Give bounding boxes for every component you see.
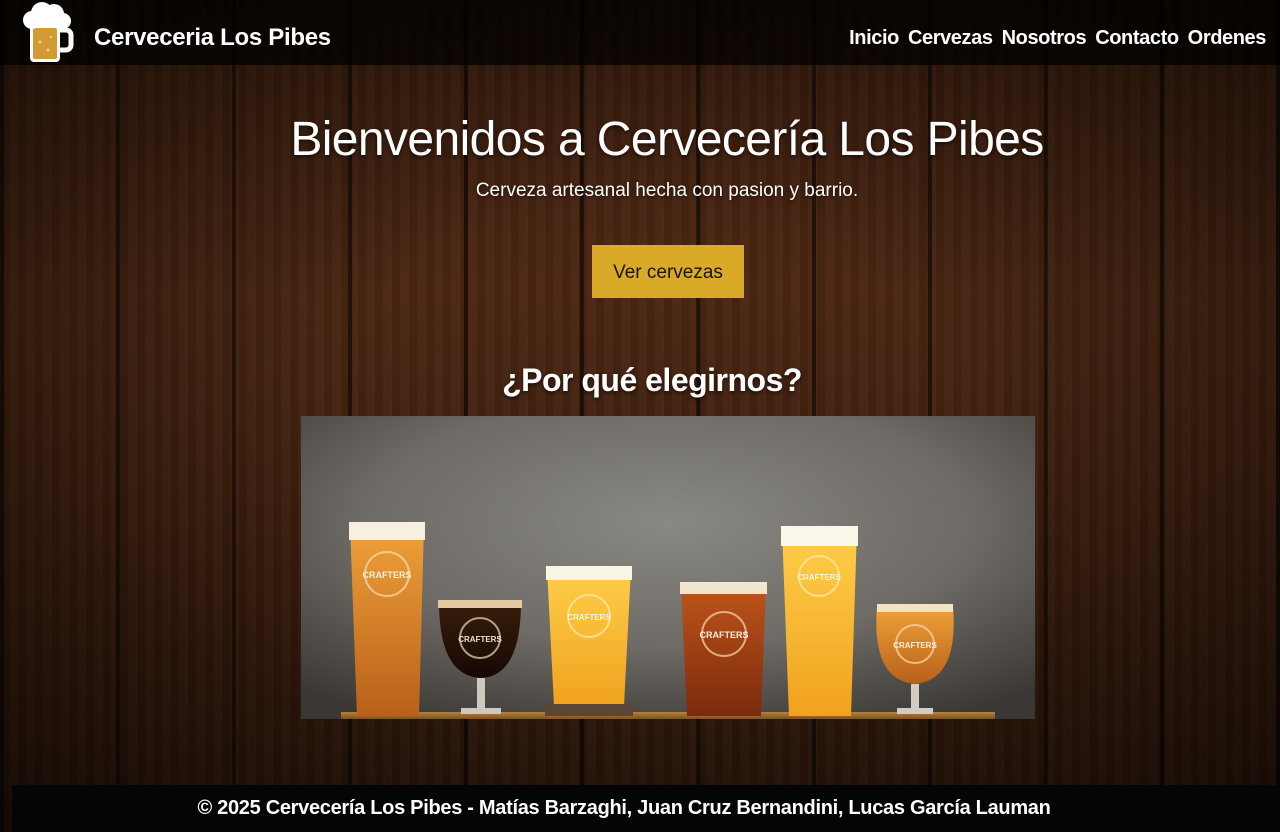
nav-link-cervezas[interactable]: Cervezas [908, 27, 993, 50]
beer-mug-icon[interactable] [18, 2, 74, 64]
svg-text:CRAFTERS: CRAFTERS [458, 635, 502, 644]
site-header: Cerveceria Los Pibes Inicio Cervezas Nos… [0, 0, 1280, 65]
svg-text:CRAFTERS: CRAFTERS [700, 630, 749, 640]
brand-name[interactable]: Cerveceria Los Pibes [94, 24, 331, 52]
svg-text:CRAFTERS: CRAFTERS [567, 613, 611, 622]
hero-title: Bienvenidos a Cervecería Los Pibes [290, 113, 1044, 166]
nav-link-ordenes[interactable]: Ordenes [1188, 27, 1267, 50]
site-footer: © 2025 Cervecería Los Pibes - Matías Bar… [12, 785, 1280, 832]
ver-cervezas-button[interactable]: Ver cervezas [592, 245, 744, 298]
beer-glasses-photo: CRAFTERS CRAFTERS CRAFTERS CRAFTERS CRAF… [301, 416, 1035, 719]
svg-text:CRAFTERS: CRAFTERS [363, 570, 412, 580]
footer-credits: © 2025 Cervecería Los Pibes - Matías Bar… [197, 797, 1051, 819]
svg-text:CRAFTERS: CRAFTERS [797, 573, 841, 582]
main-nav: Inicio Cervezas Nosotros Contacto Ordene… [849, 27, 1266, 50]
nav-link-contacto[interactable]: Contacto [1095, 27, 1179, 50]
hero-subtitle: Cerveza artesanal hecha con pasion y bar… [475, 180, 859, 201]
svg-text:CRAFTERS: CRAFTERS [893, 641, 937, 650]
nav-link-nosotros[interactable]: Nosotros [1002, 27, 1087, 50]
nav-link-inicio[interactable]: Inicio [849, 27, 899, 50]
why-us-title: ¿Por qué elegirnos? [502, 362, 802, 398]
